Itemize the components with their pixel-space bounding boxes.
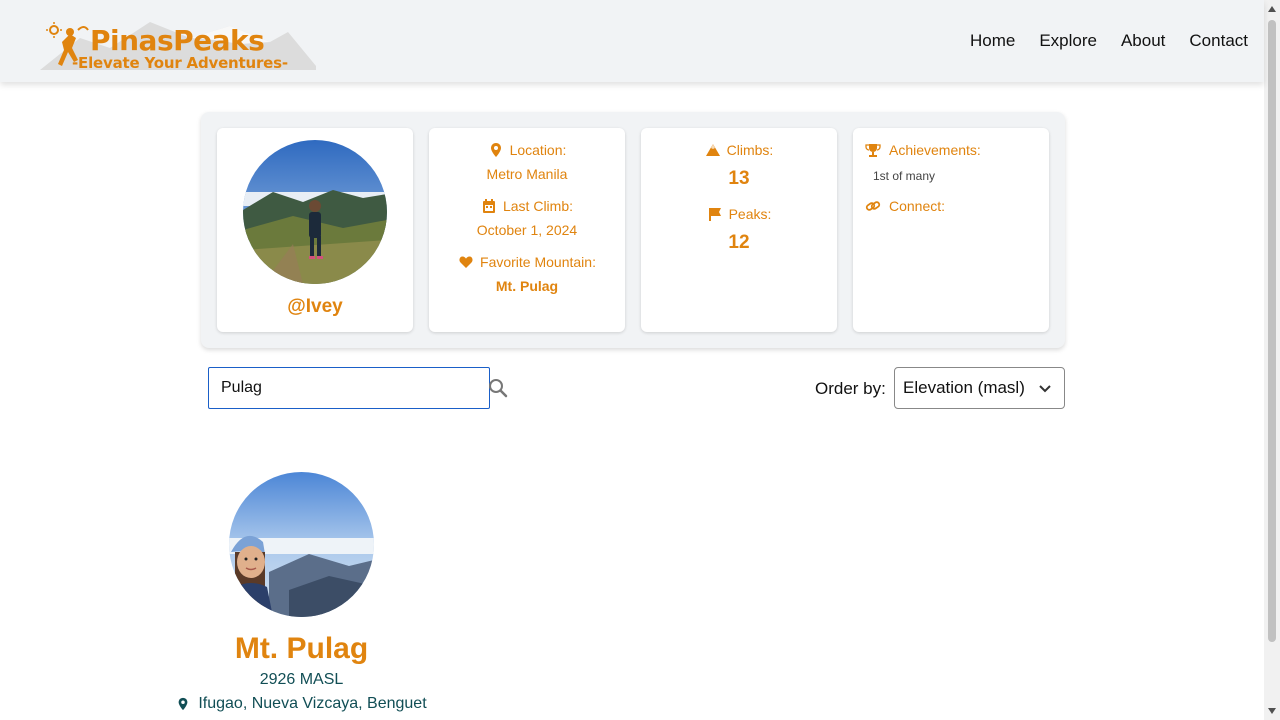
last-climb-value: October 1, 2024 [476,222,578,238]
profile-achievements-card: Achievements: 1st of many Connect: [853,128,1049,332]
mountain-elevation: 2926 MASL [259,671,344,688]
link-icon [865,201,881,211]
achievements-label: Achievements: [889,142,981,158]
calendar-icon [482,199,495,213]
mountain-name[interactable]: Mt. Pulag [150,632,453,666]
profile-stats-card: Climbs: 13 Peaks: 12 [641,128,837,332]
scroll-down-arrow-icon[interactable] [1267,706,1277,716]
map-pin-icon [490,143,501,157]
heart-icon [459,256,473,268]
page: PinasPeaks -Elevate Your Adventures- Hom… [0,0,1280,720]
nav-contact-link[interactable]: Contact [1189,31,1248,51]
connect-row: Connect: [865,198,945,214]
user-avatar-photo [243,140,387,284]
page-scrollbar[interactable] [1264,0,1280,720]
peaks-count: 12 [728,232,750,253]
profile-info-card: Location: Metro Manila Last Climb: Octob… [429,128,625,332]
map-pin-icon [178,697,188,711]
mountain-location-text: Ifugao, Nueva Vizcaya, Benguet [198,695,427,712]
username: @Ivey [287,296,343,317]
achievements-value: 1st of many [873,169,936,183]
profile-avatar-card: @Ivey [217,128,413,332]
chevron-down-icon [1039,385,1051,393]
order-by-select[interactable]: Elevation (masl) [894,367,1065,409]
order-by-selected: Elevation (masl) [903,378,1025,397]
mountain-location: Ifugao, Nueva Vizcaya, Benguet [150,695,453,713]
location-value: Metro Manila [486,166,568,182]
favorite-value: Mt. Pulag [495,278,559,294]
brand-logo[interactable]: PinasPeaks -Elevate Your Adventures- [40,8,316,74]
navbar: PinasPeaks -Elevate Your Adventures- Hom… [0,0,1264,82]
peaks-label: Peaks: [728,206,772,222]
mountain-result-image[interactable] [229,472,374,617]
achievements-row: Achievements: [865,142,981,158]
nav-home-link[interactable]: Home [970,31,1015,51]
search-icon[interactable] [488,378,508,398]
last-climb-row: Last Climb: [429,198,625,214]
flag-icon [708,208,721,221]
nav-links: Home Explore About Contact [970,31,1248,51]
nav-about-link[interactable]: About [1121,31,1165,51]
scroll-up-arrow-icon[interactable] [1267,4,1277,14]
climbs-count: 13 [728,168,750,189]
order-by-label: Order by: [815,379,886,398]
last-climb-label: Last Climb: [502,198,574,214]
scrollbar-thumb[interactable] [1268,20,1276,642]
profile-panel: @Ivey Location: Metro Manila Last Climb:… [201,112,1065,348]
location-label: Location: [509,142,567,158]
nav-explore-link[interactable]: Explore [1039,31,1097,51]
climbs-label: Climbs: [726,142,774,158]
user-avatar [243,140,387,284]
mountain-icon [705,144,720,156]
brand-title: PinasPeaks [90,24,265,57]
trophy-icon [865,144,881,157]
climbs-row: Climbs: [641,142,837,158]
mountain-search-input[interactable] [208,367,490,409]
favorite-row: Favorite Mountain: [429,254,625,270]
brand-tagline: -Elevate Your Adventures- [72,54,288,72]
peaks-row: Peaks: [641,206,837,222]
location-row: Location: [429,142,625,158]
favorite-label: Favorite Mountain: [480,254,596,270]
mountain-photo [229,472,374,617]
connect-label: Connect: [889,198,946,214]
